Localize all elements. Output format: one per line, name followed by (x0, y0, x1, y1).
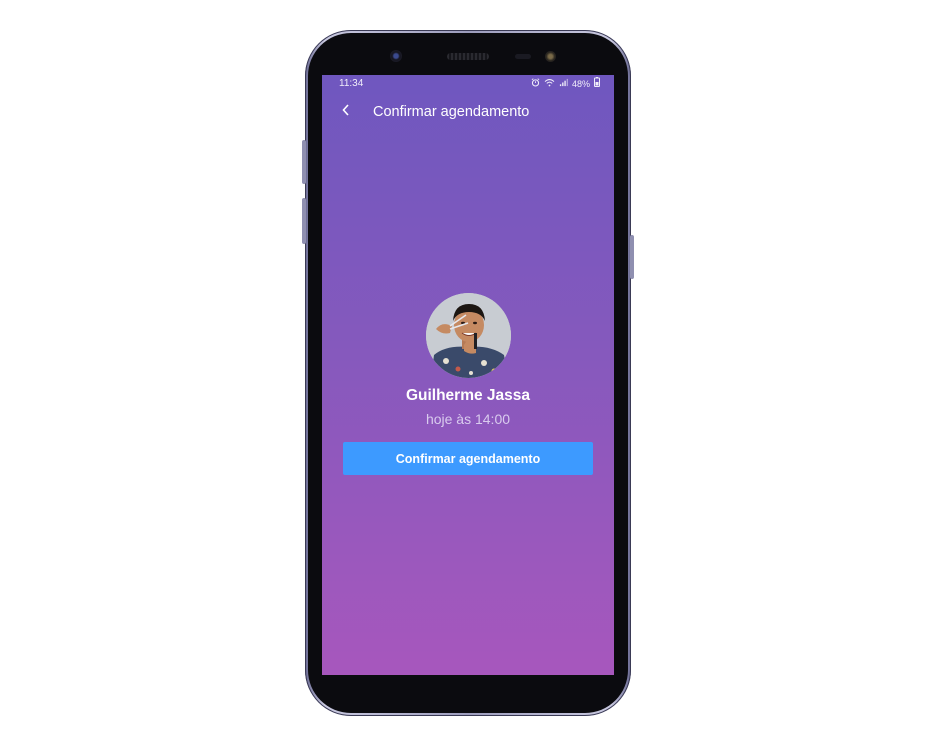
profile-photo (426, 293, 511, 378)
battery-percent: 48% (571, 79, 590, 89)
app-bar: Confirmar agendamento (322, 97, 614, 127)
volume-up-button (302, 140, 306, 184)
avatar (426, 293, 511, 378)
earpiece-speaker (447, 53, 489, 60)
status-icons: 48% (531, 75, 600, 93)
phone-screen: 11:34 48% Confirmar agendamento Guilherm… (322, 75, 614, 675)
page: 11:34 48% Confirmar agendamento Guilherm… (0, 0, 933, 750)
proximity-sensor (515, 54, 531, 59)
status-bar: 11:34 48% (322, 75, 614, 93)
signal-icon (559, 75, 568, 93)
page-title: Confirmar agendamento (373, 104, 530, 120)
power-button (630, 235, 634, 279)
back-button[interactable] (334, 100, 358, 124)
volume-down-button (302, 198, 306, 244)
front-camera-icon (390, 50, 402, 62)
confirm-appointment-button[interactable]: Confirmar agendamento (343, 442, 593, 475)
battery-icon (594, 75, 600, 93)
front-flash-icon (545, 51, 556, 62)
alarm-icon (531, 75, 540, 93)
profile-name: Guilherme Jassa (405, 387, 531, 404)
appointment-time: hoje às 14:00 (425, 411, 511, 427)
wifi-icon (544, 75, 555, 93)
status-time: 11:34 (339, 78, 364, 89)
chevron-left-icon (342, 103, 350, 121)
